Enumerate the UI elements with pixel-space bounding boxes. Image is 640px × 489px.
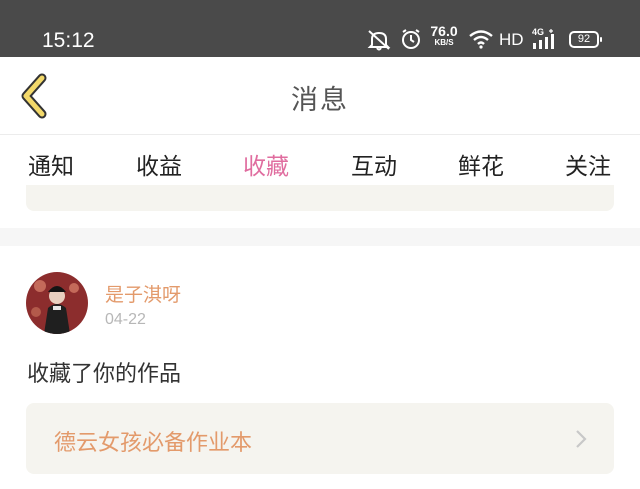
mute-bell-icon xyxy=(367,30,391,51)
section-divider xyxy=(0,228,640,246)
alarm-icon xyxy=(402,29,420,49)
tab-earnings[interactable]: 收益 xyxy=(124,147,194,181)
tab-flowers[interactable]: 鲜花 xyxy=(446,147,516,181)
tab-bar: 通知 收益 收藏 互动 鲜花 关注 xyxy=(0,135,640,191)
wifi-icon xyxy=(469,30,493,49)
nav-bar: 消息 xyxy=(0,57,640,135)
battery-icon: 92 xyxy=(569,31,602,48)
work-title: 德云女孩必备作业本 xyxy=(54,431,253,456)
tab-interactions[interactable]: 互动 xyxy=(339,147,409,181)
speed-unit: KB/S xyxy=(434,38,454,47)
tab-notifications[interactable]: 通知 xyxy=(16,147,86,181)
tab-following[interactable]: 关注 xyxy=(553,147,623,181)
page-title: 消息 xyxy=(291,85,349,116)
speed-value: 76.0 xyxy=(430,23,458,39)
work-card[interactable]: 德云女孩必备作业本 xyxy=(26,403,614,474)
cellular-signal-icon: 4G xyxy=(532,27,554,49)
tab-favorites[interactable]: 收藏 xyxy=(231,147,301,181)
notification-message: 收藏了你的作品 xyxy=(27,362,182,387)
previous-work-card[interactable] xyxy=(26,185,614,211)
network-speed: 76.0 KB/S xyxy=(428,24,460,47)
username[interactable]: 是子淇呀 xyxy=(105,280,181,307)
status-time: 15:12 xyxy=(42,29,95,52)
status-bar: 15:12 76.0 KB/S HD 4G 92 xyxy=(0,0,640,57)
network-type: 4G xyxy=(532,27,544,37)
chevron-right-icon xyxy=(576,430,587,448)
notification-date: 04-22 xyxy=(105,311,146,328)
avatar-image xyxy=(26,272,88,334)
avatar[interactable] xyxy=(26,272,88,334)
hd-indicator: HD xyxy=(499,30,524,49)
